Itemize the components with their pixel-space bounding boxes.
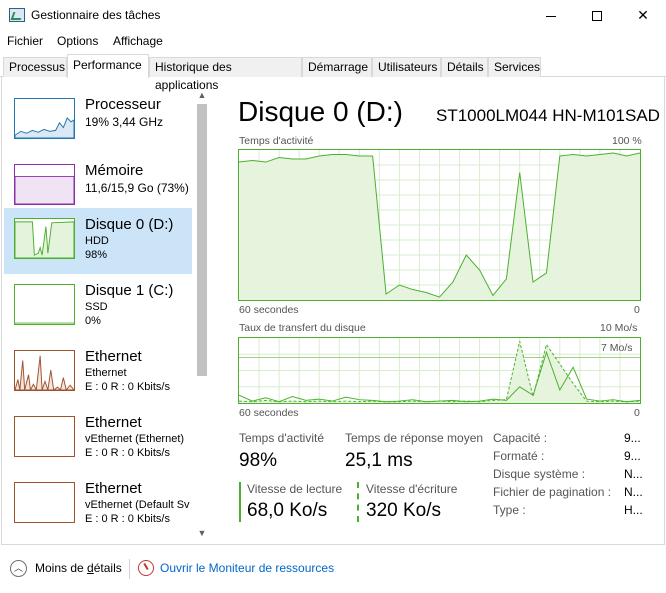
read-speed-label: Vitesse de lecture xyxy=(247,482,343,496)
ethernet-thumbnail xyxy=(14,482,75,523)
task-manager-icon xyxy=(9,8,25,22)
sidebar-item-throughput: E : 0 R : 0 Kbits/s xyxy=(85,447,170,459)
tab-services[interactable]: Services xyxy=(488,57,541,77)
prop-system-disk-label: Disque système : xyxy=(493,467,586,481)
window-title: Gestionnaire des tâches xyxy=(31,8,161,22)
prop-system-disk-value: N... xyxy=(624,467,643,481)
prop-formatted-value: 9... xyxy=(624,449,641,463)
sidebar-item-ethernet-1[interactable]: Ethernet Ethernet E : 0 R : 0 Kbits/s xyxy=(4,340,192,406)
activity-chart xyxy=(238,149,641,301)
menu-affichage[interactable]: Affichage xyxy=(113,34,163,48)
sidebar-item-adapter: vEthernet (Default Sv xyxy=(85,499,190,511)
write-speed-label: Vitesse d'écriture xyxy=(366,482,458,496)
sidebar-item-disque-1[interactable]: Disque 1 (C:) SSD 0% xyxy=(4,274,192,340)
resource-sidebar: Processeur 19% 3,44 GHz Mémoire 11,6/15,… xyxy=(4,88,211,540)
minimize-button[interactable] xyxy=(528,0,574,31)
response-stat-value: 25,1 ms xyxy=(345,450,413,471)
device-model: ST1000LM044 HN-M101SAD xyxy=(436,106,660,125)
activity-stat-value: 98% xyxy=(239,450,278,471)
tab-demarrage[interactable]: Démarrage xyxy=(302,57,372,77)
tab-performance[interactable]: Performance xyxy=(67,54,149,78)
prop-pagefile-label: Fichier de pagination : xyxy=(493,485,612,499)
activity-stat-label: Temps d'activité xyxy=(239,431,324,445)
sidebar-item-processeur[interactable]: Processeur 19% 3,44 GHz xyxy=(4,88,192,154)
maximize-button[interactable] xyxy=(574,0,620,31)
ethernet-thumbnail xyxy=(14,350,75,391)
ethernet-thumbnail xyxy=(14,416,75,457)
activity-chart-min: 0 xyxy=(634,304,640,316)
maximize-icon xyxy=(592,11,602,22)
prop-capacity-value: 9... xyxy=(624,431,641,445)
sidebar-item-name: Ethernet xyxy=(85,480,142,497)
sidebar-item-type: SSD xyxy=(85,301,108,313)
scroll-up-arrow-icon[interactable]: ▲ xyxy=(196,90,208,102)
transfer-chart-time: 60 secondes xyxy=(239,407,299,419)
sidebar-item-detail: 19% 3,44 GHz xyxy=(85,115,164,129)
sidebar-item-detail: 11,6/15,9 Go (73%) xyxy=(85,181,189,195)
menu-bar: Fichier Options Affichage xyxy=(0,31,666,51)
write-speed-value: 320 Ko/s xyxy=(366,500,441,521)
activity-chart-svg xyxy=(239,150,640,300)
sidebar-item-name: Disque 0 (D:) xyxy=(85,216,174,233)
cpu-thumbnail xyxy=(14,98,75,139)
scroll-down-arrow-icon[interactable]: ▼ xyxy=(196,528,208,540)
sidebar-item-adapter: Ethernet xyxy=(85,367,127,379)
sidebar-item-disque-0[interactable]: Disque 0 (D:) HDD 98% xyxy=(4,208,192,274)
footer-bar: ︿ Moins de détails Ouvrir le Moniteur de… xyxy=(0,547,666,593)
transfer-chart-svg xyxy=(239,338,640,403)
tab-processus[interactable]: Processus xyxy=(3,57,67,77)
menu-options[interactable]: Options xyxy=(57,34,98,48)
write-speed-indicator xyxy=(357,482,359,522)
read-speed-indicator xyxy=(239,482,241,522)
transfer-chart-max: 10 Mo/s xyxy=(600,322,638,334)
tab-historique[interactable]: Historique des applications xyxy=(149,57,302,92)
sidebar-item-name: Disque 1 (C:) xyxy=(85,282,174,299)
activity-chart-label: Temps d'activité xyxy=(239,135,314,147)
close-icon: ✕ xyxy=(637,7,649,23)
memory-thumbnail xyxy=(14,164,75,205)
disk0-thumbnail xyxy=(14,218,75,259)
sidebar-item-name: Ethernet xyxy=(85,348,142,365)
sidebar-item-throughput: E : 0 R : 0 Kbits/s xyxy=(85,513,170,525)
transfer-chart-min: 0 xyxy=(634,407,640,419)
minimize-icon xyxy=(546,15,556,17)
sidebar-item-type: HDD xyxy=(85,235,109,247)
title-bar: Gestionnaire des tâches ✕ xyxy=(0,0,666,31)
activity-chart-max: 100 % xyxy=(612,135,642,147)
transfer-chart xyxy=(238,337,641,404)
transfer-chart-mid: 7 Mo/s xyxy=(601,342,633,354)
menu-fichier[interactable]: Fichier xyxy=(7,34,43,48)
prop-type-label: Type : xyxy=(493,503,526,517)
fewer-details-button[interactable]: Moins de détails xyxy=(35,561,122,575)
sidebar-item-usage: 98% xyxy=(85,249,108,261)
prop-pagefile-value: N... xyxy=(624,485,643,499)
sidebar-scrollbar-thumb[interactable] xyxy=(197,104,207,376)
chevron-up-icon[interactable]: ︿ xyxy=(10,560,27,577)
sidebar-item-ethernet-3[interactable]: Ethernet vEthernet (Default Sv E : 0 R :… xyxy=(4,472,192,538)
response-stat-label: Temps de réponse moyen xyxy=(345,431,484,445)
transfer-chart-label: Taux de transfert du disque xyxy=(239,322,366,334)
sidebar-item-name: Ethernet xyxy=(85,414,142,431)
tab-strip: Processus Performance Historique des app… xyxy=(0,53,666,92)
sidebar-item-usage: 0% xyxy=(85,315,101,327)
activity-chart-time: 60 secondes xyxy=(239,304,299,316)
disk1-thumbnail xyxy=(14,284,75,325)
tab-utilisateurs[interactable]: Utilisateurs xyxy=(372,57,441,77)
close-button[interactable]: ✕ xyxy=(620,0,666,31)
prop-type-value: H... xyxy=(624,503,643,517)
sidebar-item-name: Processeur xyxy=(85,96,161,113)
footer-separator xyxy=(129,559,130,579)
open-resource-monitor-link[interactable]: Ouvrir le Moniteur de ressources xyxy=(160,561,334,575)
prop-formatted-label: Formaté : xyxy=(493,449,545,463)
sidebar-item-ethernet-2[interactable]: Ethernet vEthernet (Ethernet) E : 0 R : … xyxy=(4,406,192,472)
prop-capacity-label: Capacité : xyxy=(493,431,548,445)
sidebar-item-name: Mémoire xyxy=(85,162,144,179)
device-title: Disque 0 (D:) xyxy=(238,96,403,127)
sidebar-item-throughput: E : 0 R : 0 Kbits/s xyxy=(85,381,170,393)
tab-details[interactable]: Détails xyxy=(441,57,488,77)
resource-monitor-icon xyxy=(138,560,154,576)
sidebar-item-adapter: vEthernet (Ethernet) xyxy=(85,433,185,445)
read-speed-value: 68,0 Ko/s xyxy=(247,500,328,521)
